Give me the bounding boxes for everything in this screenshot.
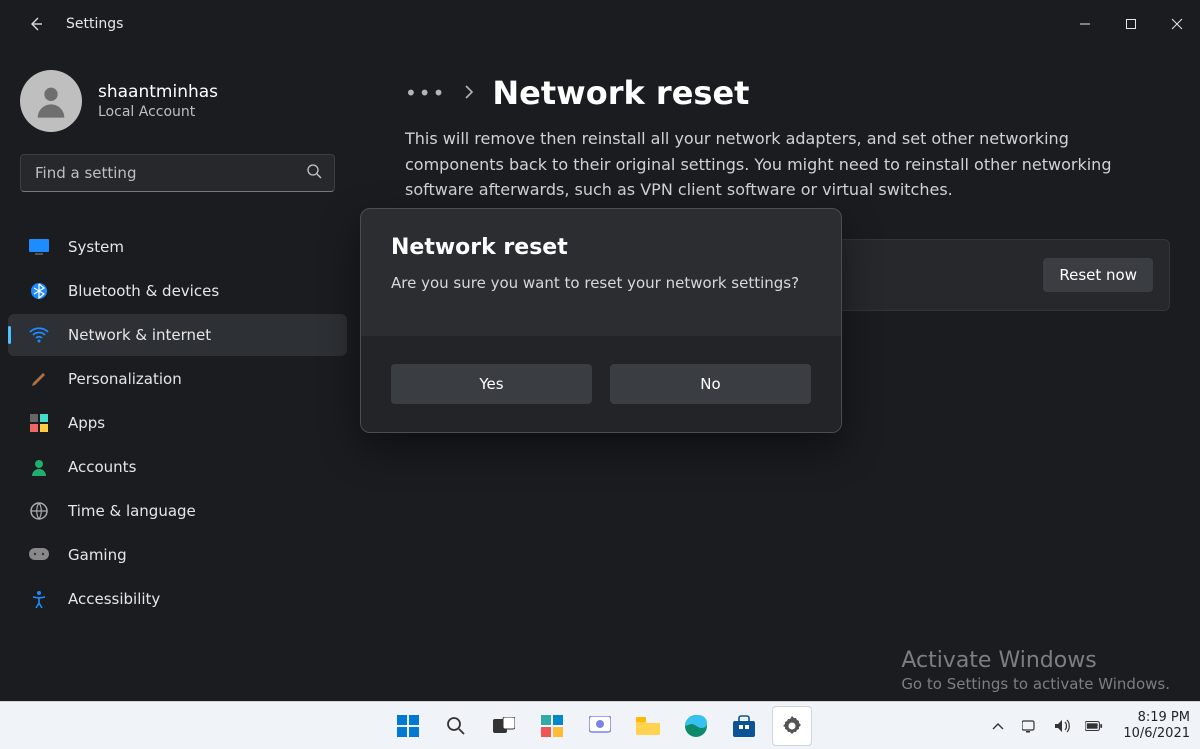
- sidebar-item-bluetooth[interactable]: Bluetooth & devices: [8, 270, 347, 312]
- sidebar-item-apps[interactable]: Apps: [8, 402, 347, 444]
- taskbar: 8:19 PM 10/6/2021: [0, 701, 1200, 749]
- edge-button[interactable]: [676, 706, 716, 746]
- taskbar-center: [388, 706, 812, 746]
- sidebar-item-time-language[interactable]: Time & language: [8, 490, 347, 532]
- sidebar-item-label: Network & internet: [68, 326, 211, 344]
- maximize-icon: [1125, 18, 1137, 30]
- search-input[interactable]: [33, 163, 306, 183]
- edge-icon: [685, 715, 707, 737]
- task-view-icon: [493, 717, 515, 735]
- arrow-left-icon: [28, 16, 44, 32]
- sidebar: shaantminhas Local Account System Blueto…: [0, 48, 355, 701]
- store-icon: [733, 715, 755, 737]
- dialog-yes-button[interactable]: Yes: [391, 364, 592, 404]
- reset-now-button[interactable]: Reset now: [1043, 258, 1153, 292]
- file-explorer-button[interactable]: [628, 706, 668, 746]
- minimize-icon: [1079, 18, 1091, 30]
- activation-subtitle: Go to Settings to activate Windows.: [901, 675, 1170, 693]
- brush-icon: [28, 368, 50, 390]
- window-title: Settings: [66, 16, 123, 32]
- wifi-icon: [28, 324, 50, 346]
- network-tray-icon[interactable]: [1021, 719, 1039, 733]
- user-subtitle: Local Account: [98, 104, 218, 120]
- search-icon: [446, 716, 466, 736]
- folder-icon: [636, 717, 660, 735]
- sidebar-item-accounts[interactable]: Accounts: [8, 446, 347, 488]
- sidebar-item-label: Gaming: [68, 546, 127, 564]
- dialog-no-button[interactable]: No: [610, 364, 811, 404]
- tray-chevron-up-icon[interactable]: [989, 722, 1007, 730]
- back-button[interactable]: [20, 16, 52, 32]
- gamepad-icon: [28, 544, 50, 566]
- accessibility-icon: [28, 588, 50, 610]
- store-button[interactable]: [724, 706, 764, 746]
- battery-tray-icon[interactable]: [1085, 720, 1103, 732]
- close-button[interactable]: [1154, 0, 1200, 48]
- sidebar-item-label: System: [68, 238, 124, 256]
- sidebar-item-label: Apps: [68, 414, 105, 432]
- sidebar-item-network[interactable]: Network & internet: [8, 314, 347, 356]
- start-button[interactable]: [388, 706, 428, 746]
- sidebar-item-label: Time & language: [68, 502, 196, 520]
- breadcrumb: ••• Network reset: [405, 74, 1170, 112]
- widgets-button[interactable]: [532, 706, 572, 746]
- person-icon: [28, 456, 50, 478]
- user-name: shaantminhas: [98, 82, 218, 102]
- clock-time: 8:19 PM: [1123, 710, 1190, 726]
- search-icon: [306, 163, 322, 183]
- sidebar-item-personalization[interactable]: Personalization: [8, 358, 347, 400]
- monitor-icon: [28, 236, 50, 258]
- sidebar-item-gaming[interactable]: Gaming: [8, 534, 347, 576]
- clock[interactable]: 8:19 PM 10/6/2021: [1123, 710, 1190, 741]
- titlebar: Settings: [0, 0, 1200, 48]
- apps-icon: [28, 412, 50, 434]
- activation-title: Activate Windows: [901, 648, 1170, 673]
- clock-date: 10/6/2021: [1123, 726, 1190, 742]
- page-title: Network reset: [492, 74, 749, 112]
- sidebar-item-system[interactable]: System: [8, 226, 347, 268]
- person-icon: [31, 81, 71, 121]
- taskbar-search-button[interactable]: [436, 706, 476, 746]
- more-icon[interactable]: •••: [405, 81, 446, 105]
- globe-icon: [28, 500, 50, 522]
- maximize-button[interactable]: [1108, 0, 1154, 48]
- window-controls: [1062, 0, 1200, 48]
- minimize-button[interactable]: [1062, 0, 1108, 48]
- close-icon: [1171, 18, 1183, 30]
- dialog-title: Network reset: [391, 235, 811, 260]
- dialog-message: Are you sure you want to reset your netw…: [391, 274, 811, 292]
- activation-watermark: Activate Windows Go to Settings to activ…: [901, 648, 1170, 693]
- bluetooth-icon: [28, 280, 50, 302]
- settings-app-button[interactable]: [772, 706, 812, 746]
- nav: System Bluetooth & devices Network & int…: [0, 212, 355, 620]
- search-box[interactable]: [20, 154, 335, 192]
- windows-logo-icon: [397, 715, 419, 737]
- gear-icon: [782, 716, 802, 736]
- confirm-dialog: Network reset Are you sure you want to r…: [360, 208, 842, 433]
- chevron-right-icon: [464, 84, 474, 103]
- sidebar-item-label: Accounts: [68, 458, 136, 476]
- volume-tray-icon[interactable]: [1053, 719, 1071, 733]
- sidebar-item-accessibility[interactable]: Accessibility: [8, 578, 347, 620]
- task-view-button[interactable]: [484, 706, 524, 746]
- avatar: [20, 70, 82, 132]
- system-tray: 8:19 PM 10/6/2021: [989, 702, 1190, 749]
- user-block[interactable]: shaantminhas Local Account: [0, 70, 355, 154]
- sidebar-item-label: Personalization: [68, 370, 182, 388]
- chat-icon: [589, 716, 611, 736]
- sidebar-item-label: Accessibility: [68, 590, 160, 608]
- page-description: This will remove then reinstall all your…: [405, 126, 1165, 203]
- sidebar-item-label: Bluetooth & devices: [68, 282, 219, 300]
- widgets-icon: [541, 715, 563, 737]
- chat-button[interactable]: [580, 706, 620, 746]
